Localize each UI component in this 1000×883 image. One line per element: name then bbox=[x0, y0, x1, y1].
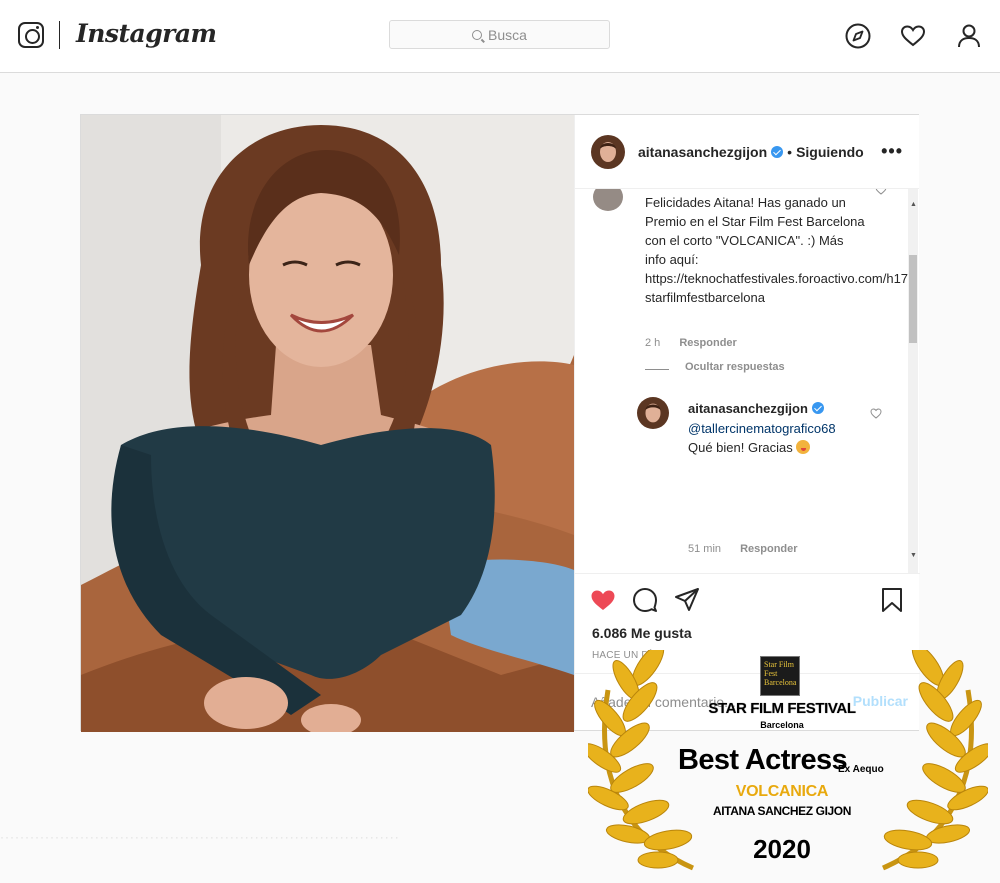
author-username[interactable]: aitanasanchezgijon bbox=[638, 144, 767, 160]
hide-replies-button[interactable]: Ocultar respuestas bbox=[685, 361, 785, 373]
reply-verified-icon bbox=[811, 402, 824, 414]
reply-reply-button[interactable]: Responder bbox=[740, 543, 797, 555]
post-sidebar: aitanasanchezgijon • Siguiendo ••• Felic… bbox=[574, 115, 920, 730]
festival-name: STAR FILM FESTIVAL bbox=[708, 700, 856, 717]
comment-reply-button[interactable]: Responder bbox=[679, 337, 736, 349]
award-year: 2020 bbox=[753, 834, 811, 864]
post-photo[interactable] bbox=[81, 115, 574, 732]
comment-icon[interactable] bbox=[631, 586, 659, 614]
heart-icon[interactable] bbox=[899, 22, 927, 50]
hide-replies-line bbox=[645, 369, 669, 370]
scroll-up-icon[interactable]: ▲ bbox=[910, 201, 917, 208]
commenter-avatar[interactable] bbox=[593, 189, 623, 211]
reply-time: 51 min bbox=[688, 543, 722, 555]
like-icon[interactable] bbox=[589, 586, 617, 614]
winner-name: AITANA SANCHEZ GIJON bbox=[712, 804, 851, 818]
reply-meta: 51 min Responder bbox=[688, 543, 798, 555]
logo-divider bbox=[59, 21, 60, 49]
instagram-glyph-icon[interactable] bbox=[18, 22, 44, 48]
scroll-down-icon[interactable]: ▼ bbox=[910, 552, 917, 559]
search-icon bbox=[472, 29, 483, 40]
comments-list[interactable]: Felicidades Aitana! Has ganado un Premio… bbox=[575, 189, 920, 573]
award-note: Ex Aequo bbox=[838, 764, 884, 775]
award-title: Best Actress bbox=[678, 744, 848, 776]
author-avatar[interactable] bbox=[591, 134, 625, 169]
more-icon[interactable]: ••• bbox=[881, 141, 903, 162]
separator-dot: • bbox=[787, 143, 793, 160]
likes-count[interactable]: 6.086 Me gusta bbox=[592, 625, 692, 641]
festival-logo: Star Film Fest Barcelona bbox=[760, 656, 800, 696]
post-card: aitanasanchezgijon • Siguiendo ••• Felic… bbox=[80, 114, 920, 732]
user-icon[interactable] bbox=[955, 22, 983, 50]
reply-mention-link[interactable]: @tallercinematografico68 bbox=[688, 421, 836, 436]
search-placeholder: Busca bbox=[488, 26, 527, 43]
festival-city: Barcelona bbox=[760, 720, 804, 730]
comment-like-icon[interactable] bbox=[875, 189, 887, 195]
reply-text: Qué bien! Gracias bbox=[688, 440, 793, 455]
scroll-thumb[interactable] bbox=[909, 255, 917, 343]
comments-scrollbar[interactable]: ▲ ▼ bbox=[908, 189, 918, 573]
compass-icon[interactable] bbox=[844, 22, 872, 50]
heart-eyes-emoji-icon bbox=[796, 440, 811, 454]
reply-body: @tallercinematografico68 Qué bien! Graci… bbox=[688, 419, 868, 457]
bookmark-icon[interactable] bbox=[878, 586, 906, 614]
comment-time: 2 h bbox=[645, 337, 661, 349]
post-header: aitanasanchezgijon • Siguiendo ••• bbox=[575, 115, 919, 189]
portrait-illustration bbox=[81, 115, 574, 732]
top-nav-bar: Instagram Busca bbox=[0, 0, 1000, 73]
share-icon[interactable] bbox=[673, 586, 701, 614]
verified-icon bbox=[771, 145, 784, 158]
search-input[interactable]: Busca bbox=[389, 20, 610, 49]
comment-text: Felicidades Aitana! Has ganado un Premio… bbox=[645, 195, 913, 305]
reply-author-avatar[interactable] bbox=[637, 397, 669, 429]
following-button[interactable]: Siguiendo bbox=[796, 144, 864, 160]
film-title: VOLCANICA bbox=[735, 783, 829, 800]
instagram-wordmark[interactable]: Instagram bbox=[76, 19, 217, 48]
reply-like-icon[interactable] bbox=[870, 407, 882, 419]
comment-meta: 2 h Responder bbox=[645, 337, 737, 349]
reply-author[interactable]: aitanasanchezgijon bbox=[688, 401, 824, 416]
